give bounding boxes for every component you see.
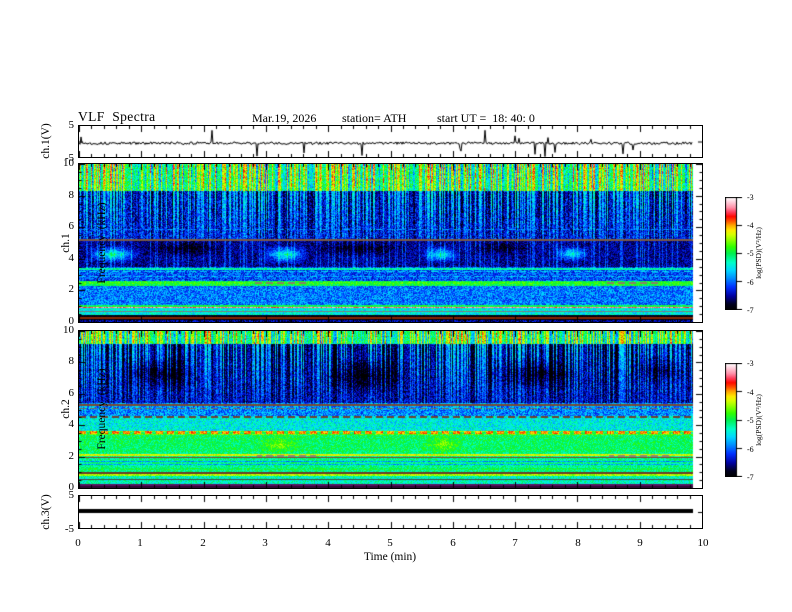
ch1-spectrogram-panel: [78, 163, 703, 323]
xtick-2: 2: [200, 537, 206, 549]
xtick-4: 4: [325, 537, 331, 549]
cb2-tick-neg3: -3: [747, 359, 754, 368]
ch3v-ytick-neg5: -5: [64, 523, 74, 535]
cb1-tick-neg3: -3: [747, 193, 754, 202]
time-axis-label: Time (min): [363, 551, 417, 563]
ch1-waveform-canvas: [79, 126, 702, 157]
ch3-waveform-canvas: [79, 496, 702, 528]
xtick-5: 5: [387, 537, 393, 549]
start-ut-label: start UT = 18: 40: 0: [437, 111, 535, 125]
ch1v-ytick-5: 5: [68, 119, 75, 131]
ch1-voltage-axis-label: ch.1(V): [40, 123, 52, 159]
cb1-tick-neg7: -7: [747, 306, 754, 315]
ch3-waveform-panel: [78, 495, 703, 529]
ch2-frequency-axis-line1: ch.2: [60, 399, 72, 419]
ch1-spectrogram-canvas: [79, 164, 702, 322]
vlf-spectra-plot: VLF Spectra Mar.19, 2026 station= ATH st…: [0, 0, 792, 612]
page-title: VLF Spectra: [78, 109, 156, 124]
xtick-10: 10: [697, 537, 709, 549]
ch2-spectrogram-panel: [78, 330, 703, 489]
cb1-tick-neg5: -5: [747, 249, 754, 258]
cb2-tick-neg5: -5: [747, 416, 754, 425]
xtick-1: 1: [137, 537, 143, 549]
ch3-voltage-axis-label: ch.3(V): [40, 494, 52, 530]
ch1-waveform-panel: [78, 125, 703, 158]
cb1-tick-neg4: -4: [747, 221, 754, 230]
station-label: station= ATH: [342, 111, 407, 125]
xtick-0: 0: [75, 537, 81, 549]
spec1-ytick-10: 10: [63, 157, 74, 169]
cb2-tick-neg4: -4: [747, 388, 754, 397]
xtick-7: 7: [512, 537, 518, 549]
ch2-spectrogram-canvas: [79, 331, 702, 488]
spec2-ytick-10: 10: [63, 324, 74, 336]
ch2-colorbar: [725, 363, 743, 477]
cb2-tick-neg7: -7: [747, 473, 754, 482]
ch1-frequency-axis-line2: Frequency (kHz): [96, 202, 108, 284]
ch3v-ytick-5: 5: [68, 489, 75, 501]
xtick-8: 8: [575, 537, 581, 549]
ch2-frequency-axis-line2: Frequency (kHz): [96, 368, 108, 450]
ch1-colorbar: [725, 197, 743, 310]
cb2-tick-neg6: -6: [747, 445, 754, 454]
ch2-frequency-axis-label: ch.2 Frequency (kHz): [36, 352, 108, 466]
ch1-frequency-axis-label: ch.1 Frequency (kHz): [36, 186, 108, 300]
xtick-9: 9: [637, 537, 643, 549]
cb2-axis-label: log(PSD)(V²/Hz): [754, 394, 763, 446]
xtick-3: 3: [262, 537, 268, 549]
date-label: Mar.19, 2026: [252, 111, 317, 125]
cb1-axis-label: log(PSD)(V²/Hz): [754, 227, 763, 279]
cb1-tick-neg6: -6: [747, 278, 754, 287]
xtick-6: 6: [450, 537, 456, 549]
ch1-frequency-axis-line1: ch.1: [60, 233, 72, 253]
